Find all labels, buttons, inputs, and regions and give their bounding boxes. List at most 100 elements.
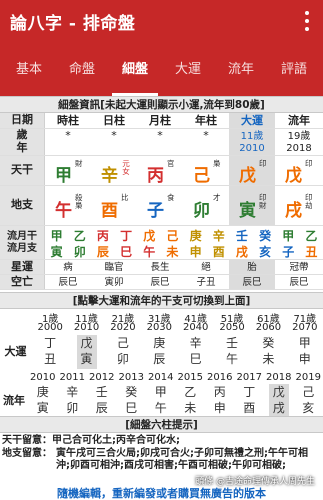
dayun-pillar-3[interactable]: 庚辰: [149, 335, 169, 369]
liunian-gan-3: 癸: [125, 385, 138, 399]
liunian-zhi-4: 午: [154, 401, 167, 415]
stem-hour[interactable]: 甲 財: [45, 156, 91, 187]
stem-day[interactable]: 辛 元女: [91, 156, 137, 187]
liuyue-zhi-0[interactable]: 寅: [45, 243, 68, 260]
xingyun-liunian: 冠帶: [289, 262, 309, 273]
stem-liunian[interactable]: 戊 印: [275, 156, 323, 187]
dayun-gan-5: 壬: [226, 336, 239, 350]
liunian-year-0: 2010: [30, 372, 56, 383]
liunian-pillar-3[interactable]: 癸巳: [121, 384, 141, 418]
dayun-pillar-5[interactable]: 壬午: [222, 335, 242, 369]
stem-day-char: 辛: [101, 166, 118, 186]
liunian-pillar-7[interactable]: 丁酉: [239, 384, 259, 418]
dayun-pillar-4[interactable]: 辛巳: [186, 335, 206, 369]
liuyue-zhi-3[interactable]: 巳: [115, 243, 138, 260]
tab-basic[interactable]: 基本: [2, 43, 56, 96]
overflow-menu-icon[interactable]: [297, 7, 317, 35]
liuyue-gan-list: 甲乙丙丁戊己庚辛壬癸甲乙: [45, 227, 323, 243]
liuyue-gan-4[interactable]: 戊: [138, 227, 161, 244]
liunian-pillar-9[interactable]: 己亥: [298, 384, 318, 418]
liuyue-gan-5[interactable]: 己: [161, 227, 184, 244]
liuyue-zhi-5[interactable]: 未: [161, 243, 184, 260]
xingyun-row: 星運 病 臨官 長生 絕 胎 冠帶: [0, 260, 323, 275]
liuyue-gan-0[interactable]: 甲: [45, 227, 68, 244]
liunian-year-4: 2014: [148, 372, 174, 383]
liuyue-gan-6[interactable]: 庚: [184, 227, 207, 244]
dayun-pillar-1[interactable]: 戊寅: [76, 335, 97, 369]
dayun-pillar-6[interactable]: 癸未: [258, 335, 278, 369]
branch-dayun[interactable]: 寅 印 財: [229, 186, 275, 225]
dayun-zhi-2: 卯: [116, 352, 129, 366]
liuyue-zhi-9[interactable]: 亥: [254, 243, 277, 260]
tab-detail[interactable]: 細盤: [108, 43, 162, 96]
liuyue-zhi-1[interactable]: 卯: [68, 243, 91, 260]
date-label: 日期: [0, 113, 45, 128]
liunian-pillar-2[interactable]: 壬辰: [92, 384, 112, 418]
branch-year-shen: 才: [213, 193, 221, 202]
liuyue-gan-8[interactable]: 壬: [230, 227, 253, 244]
dayun-year-1: 2010: [73, 322, 100, 333]
liunian-pillar-6[interactable]: 丙申: [210, 384, 230, 418]
branch-label: 地支: [0, 186, 45, 225]
branch-month[interactable]: 子 食: [137, 186, 183, 225]
dayun-gan-0: 丁: [44, 336, 57, 350]
tab-comments[interactable]: 評語: [267, 43, 321, 96]
liunian-pillar-8[interactable]: 戊戌: [268, 384, 289, 418]
liuyue-gan-11[interactable]: 乙: [300, 227, 323, 244]
liuyue-gan-2[interactable]: 丙: [91, 227, 114, 244]
liuyue-zhi-6[interactable]: 申: [184, 243, 207, 260]
stem-dayun[interactable]: 戊 印: [229, 156, 275, 186]
liunian-ganzhi: 庚寅辛卯壬辰癸巳甲午乙未丙申丁酉戊戌己亥: [28, 384, 323, 418]
liuyue-zhi-8[interactable]: 戌: [230, 243, 253, 260]
liunian-pillar-0[interactable]: 庚寅: [33, 384, 53, 418]
liuyue-zhi-4[interactable]: 午: [138, 243, 161, 260]
branch-hour-char: 午: [55, 201, 72, 221]
xingyun-day: 臨官: [104, 262, 124, 273]
liuyue-gan-9[interactable]: 癸: [254, 227, 277, 244]
liunian-zhi-2: 辰: [95, 401, 108, 415]
age-hour: *: [65, 129, 71, 142]
liunian-year-6: 2016: [207, 372, 233, 383]
branch-day[interactable]: 酉 比: [91, 186, 137, 225]
ad-removal-link[interactable]: 隨機編輯，重新編發或者購買無廣告的版本: [0, 488, 323, 500]
xingyun-year: 絕: [201, 262, 211, 273]
dayun-header: [點擊大運和流年的干支可切換到上面]: [0, 292, 323, 309]
dayun-year-3: 2030: [146, 322, 173, 333]
liuyue-zhi-7[interactable]: 酉: [207, 243, 230, 260]
tab-chart[interactable]: 命盤: [55, 43, 109, 96]
liuyue-zhi-10[interactable]: 子: [277, 243, 300, 260]
liuyue-gan-10[interactable]: 甲: [277, 227, 300, 244]
dayun-zhi-1: 寅: [80, 352, 93, 366]
liuyue-zhi-2[interactable]: 辰: [91, 243, 114, 260]
liuyue-gan-7[interactable]: 辛: [207, 227, 230, 244]
tab-liunian[interactable]: 流年: [214, 43, 268, 96]
tip-branch-text: 寅午戌可三合火局;卯戌可合火;子卯可無禮之刑;午午可相沖;卯酉可相沖;酉戌可相害…: [56, 448, 308, 471]
stem-month-char: 丙: [147, 166, 164, 186]
branch-year[interactable]: 卯 才: [183, 186, 229, 225]
liunian-pillar-4[interactable]: 甲午: [151, 384, 171, 418]
stem-year-shen: 梟: [213, 159, 221, 168]
col-day: 日柱: [103, 114, 125, 127]
liunian-zhi-6: 申: [213, 401, 226, 415]
branch-liunian[interactable]: 戌 印 劫: [275, 186, 323, 225]
stem-month[interactable]: 丙 官: [137, 156, 183, 187]
dayun-gan-4: 辛: [189, 336, 202, 350]
liuyue-label: 流月干 流月支: [0, 226, 45, 259]
tab-dayun[interactable]: 大運: [161, 43, 215, 96]
dayun-pillar-2[interactable]: 己卯: [113, 335, 133, 369]
liunian-pillar-5[interactable]: 乙未: [180, 384, 200, 418]
liuyue-zhi-11[interactable]: 丑: [300, 243, 323, 260]
liunian-pillar-1[interactable]: 辛卯: [62, 384, 82, 418]
tab-bar: 基本 命盤 細盤 大運 流年 評語: [0, 43, 323, 96]
dayun-pillar-7[interactable]: 甲申: [295, 335, 315, 369]
branch-hour[interactable]: 午 殺 梟: [45, 186, 91, 225]
tip-stem-label: 天干留意：: [2, 435, 52, 446]
dayun-zhi-7: 申: [298, 352, 311, 366]
liuyue-gan-3[interactable]: 丁: [115, 227, 138, 244]
dayun-zhi-6: 未: [262, 352, 275, 366]
dayun-pillar-0[interactable]: 丁丑: [40, 335, 60, 369]
liuyue-gan-1[interactable]: 乙: [68, 227, 91, 244]
tip-branch: 地支留意： 寅午戌可三合火局;卯戌可合火;子卯可無禮之刑;午午可相沖;卯酉可相沖…: [0, 448, 323, 474]
stem-year[interactable]: 己 梟: [183, 156, 229, 187]
liunian-zhi-3: 巳: [125, 401, 138, 415]
